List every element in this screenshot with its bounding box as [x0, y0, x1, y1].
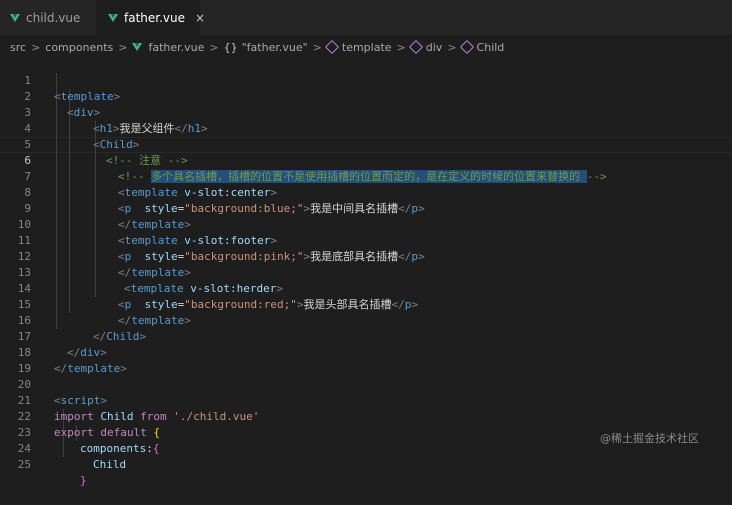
- breadcrumb-div[interactable]: div: [408, 39, 443, 55]
- symbol-icon: [408, 39, 423, 55]
- vue-file-icon: [132, 43, 143, 51]
- breadcrumb-separator: >: [31, 40, 41, 54]
- code-line: 9 </template>: [0, 185, 732, 231]
- code-line: 3 <h1>我是父组件</h1>: [0, 89, 732, 135]
- code-line: 12 </template>: [0, 233, 732, 279]
- breadcrumb-child-label: Child: [476, 40, 505, 54]
- code-line: 13 <template v-slot:herder>: [0, 249, 732, 295]
- code-line: 10 <template v-slot:footer>: [0, 201, 732, 247]
- symbol-icon: [324, 39, 339, 55]
- tab-child-vue[interactable]: child.vue: [0, 0, 96, 35]
- code-line: 19: [0, 345, 732, 375]
- breadcrumb-file[interactable]: father.vue: [132, 41, 204, 54]
- tok: Child: [93, 458, 127, 471]
- code-line: 14 <p style="background:red;">我是头部具名插槽</…: [0, 265, 732, 311]
- code-line: 16 </Child>: [0, 297, 732, 343]
- close-icon[interactable]: ×: [195, 11, 205, 25]
- code-line: 26 }: [0, 454, 732, 459]
- breadcrumb-block-label: "father.vue": [241, 40, 308, 54]
- breadcrumb-template[interactable]: template: [324, 39, 392, 55]
- code-line: 11 <p style="background:pink;">我是底部具名插槽<…: [0, 217, 732, 263]
- code-line: 18 </template>: [0, 329, 732, 375]
- breadcrumb-separator: >: [209, 40, 219, 54]
- breadcrumb-separator: >: [447, 40, 457, 54]
- code-line: 7 <template v-slot:center>: [0, 153, 732, 199]
- breadcrumb-div-label: div: [425, 40, 443, 54]
- vue-file-icon: [108, 14, 118, 22]
- breadcrumb-src[interactable]: src: [10, 41, 26, 54]
- breadcrumb-separator: >: [312, 40, 322, 54]
- code-line: 15 </template>: [0, 281, 732, 327]
- breadcrumb-separator: >: [396, 40, 406, 54]
- breadcrumb-components[interactable]: components: [45, 41, 113, 54]
- code-line: 5 <!-- 注意 -->: [0, 121, 732, 167]
- code-line: 2 <div>: [0, 73, 732, 119]
- tab-father-vue[interactable]: father.vue ×: [96, 0, 205, 35]
- symbol-icon: [459, 39, 474, 55]
- breadcrumb-block[interactable]: {} "father.vue": [224, 41, 308, 54]
- tab-label: child.vue: [26, 10, 81, 25]
- breadcrumb-file-label: father.vue: [148, 40, 205, 54]
- tab-label: father.vue: [124, 11, 186, 25]
- braces-icon: {}: [223, 40, 238, 54]
- breadcrumb: src > components > father.vue > {} "fath…: [0, 35, 732, 59]
- code-line: 17 </div>: [0, 313, 732, 359]
- code-line: 20 <script>: [0, 361, 732, 407]
- vue-file-icon: [10, 13, 20, 22]
- code-line-current: 6 <!-- 多个具名插槽，插槽的位置不是使用插槽的位置而定的，是在定义的时候的…: [0, 137, 732, 183]
- code-line: 8 <p style="background:blue;">我是中间具名插槽</…: [0, 169, 732, 215]
- tok: }: [80, 474, 87, 487]
- tab-bar: child.vue father.vue ×: [0, 0, 732, 35]
- breadcrumb-child[interactable]: Child: [459, 39, 505, 55]
- code-line: 1 <template>: [0, 57, 732, 103]
- breadcrumb-template-label: template: [341, 40, 392, 54]
- code-line: 22 export default {: [0, 393, 732, 439]
- breadcrumb-separator: >: [118, 40, 128, 54]
- code-editor[interactable]: 1 <template> 2 <div> 3 <h1>我是父组件</h1> 4 …: [0, 57, 732, 487]
- watermark: @稀土掘金技术社区: [600, 432, 699, 445]
- code-line: 21 import Child from './child.vue': [0, 377, 732, 423]
- line-number: 25: [17, 458, 31, 471]
- code-line: 4 <Child>: [0, 105, 732, 151]
- code-line: 23 components:{: [0, 409, 732, 455]
